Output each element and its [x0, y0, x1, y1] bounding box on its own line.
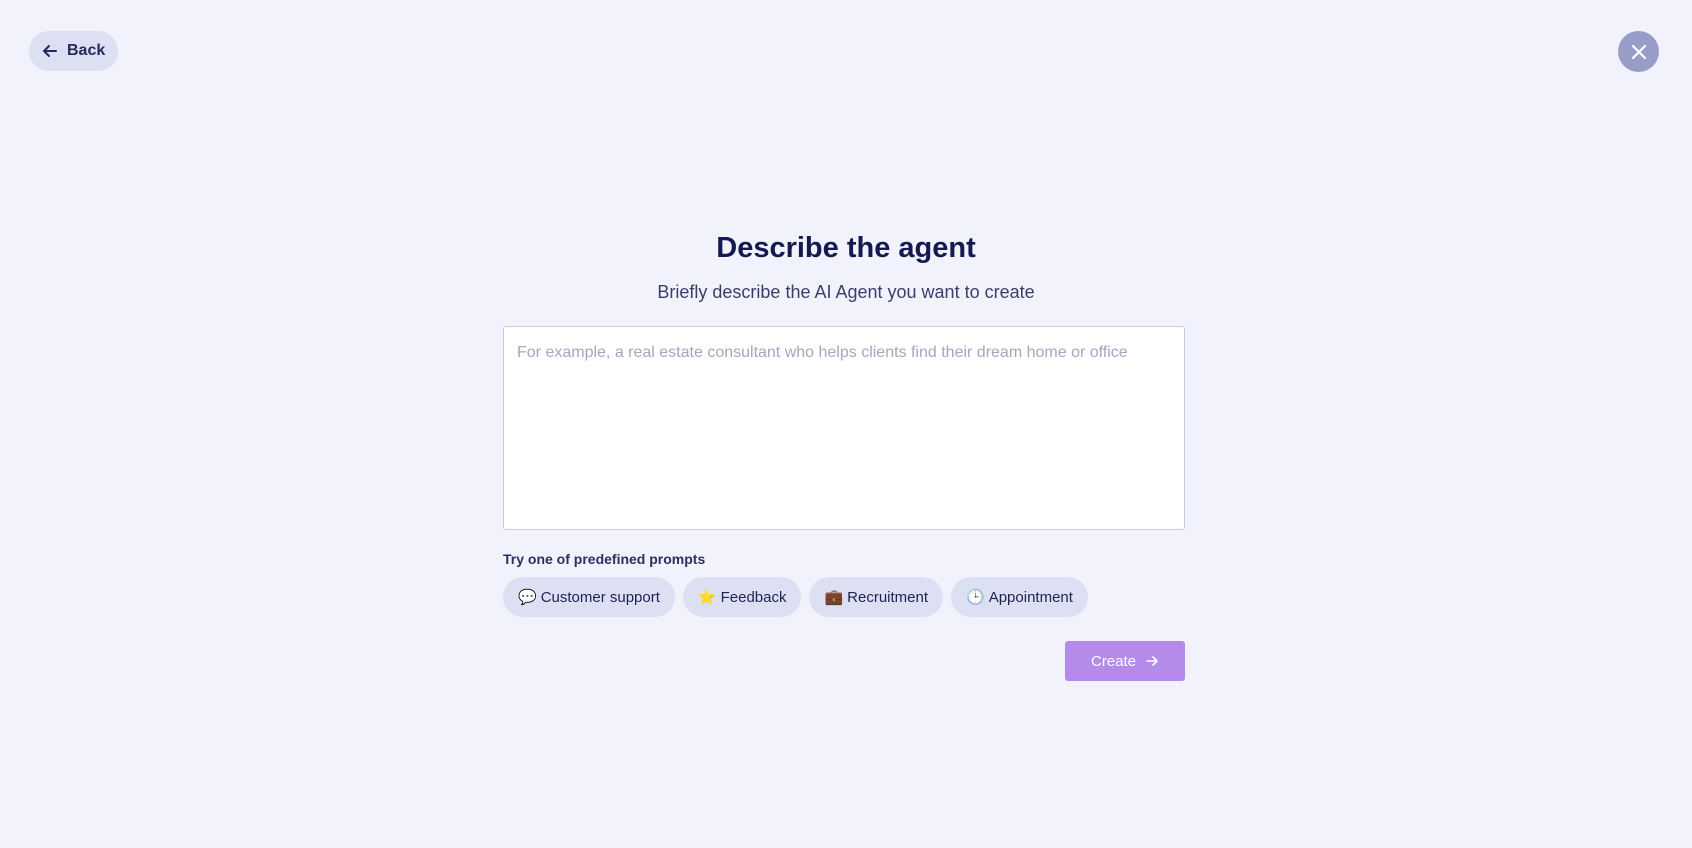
- create-button-label: Create: [1090, 652, 1137, 670]
- prompt-chip-appointment[interactable]: 🕒 Appointment: [951, 577, 1088, 617]
- create-agent-page: Back Describe the agent Briefly describe…: [0, 0, 1692, 848]
- prompt-chip-customer-support[interactable]: 💬 Customer support: [503, 577, 675, 617]
- prompt-chip-label: Appointment: [988, 588, 1073, 606]
- speech-bubble-icon: 💬: [518, 589, 537, 606]
- arrow-left-icon: [41, 42, 59, 60]
- prompt-chip-label: Customer support: [540, 588, 660, 606]
- prompt-chip-recruitment[interactable]: 💼 Recruitment: [809, 577, 944, 617]
- close-button[interactable]: [1618, 31, 1659, 72]
- clock-icon: 🕒: [966, 589, 985, 606]
- back-button[interactable]: Back: [29, 31, 119, 71]
- arrow-right-icon: [1145, 654, 1159, 668]
- agent-description-input[interactable]: [503, 326, 1185, 530]
- predefined-prompts-list: 💬 Customer support ⭐ Feedback 💼 Recruitm…: [503, 577, 1088, 617]
- back-button-label: Back: [67, 42, 106, 59]
- star-icon: ⭐: [697, 589, 717, 606]
- prompt-chip-feedback[interactable]: ⭐ Feedback: [682, 577, 802, 617]
- briefcase-icon: 💼: [824, 589, 844, 606]
- close-icon: [1631, 44, 1647, 60]
- page-subtitle: Briefly describe the AI Agent you want t…: [657, 282, 1035, 302]
- predefined-prompts-label: Try one of predefined prompts: [503, 551, 706, 567]
- create-button[interactable]: Create: [1065, 641, 1185, 681]
- prompt-chip-label: Recruitment: [847, 588, 929, 606]
- prompt-chip-label: Feedback: [720, 588, 787, 606]
- page-title: Describe the agent: [716, 232, 976, 264]
